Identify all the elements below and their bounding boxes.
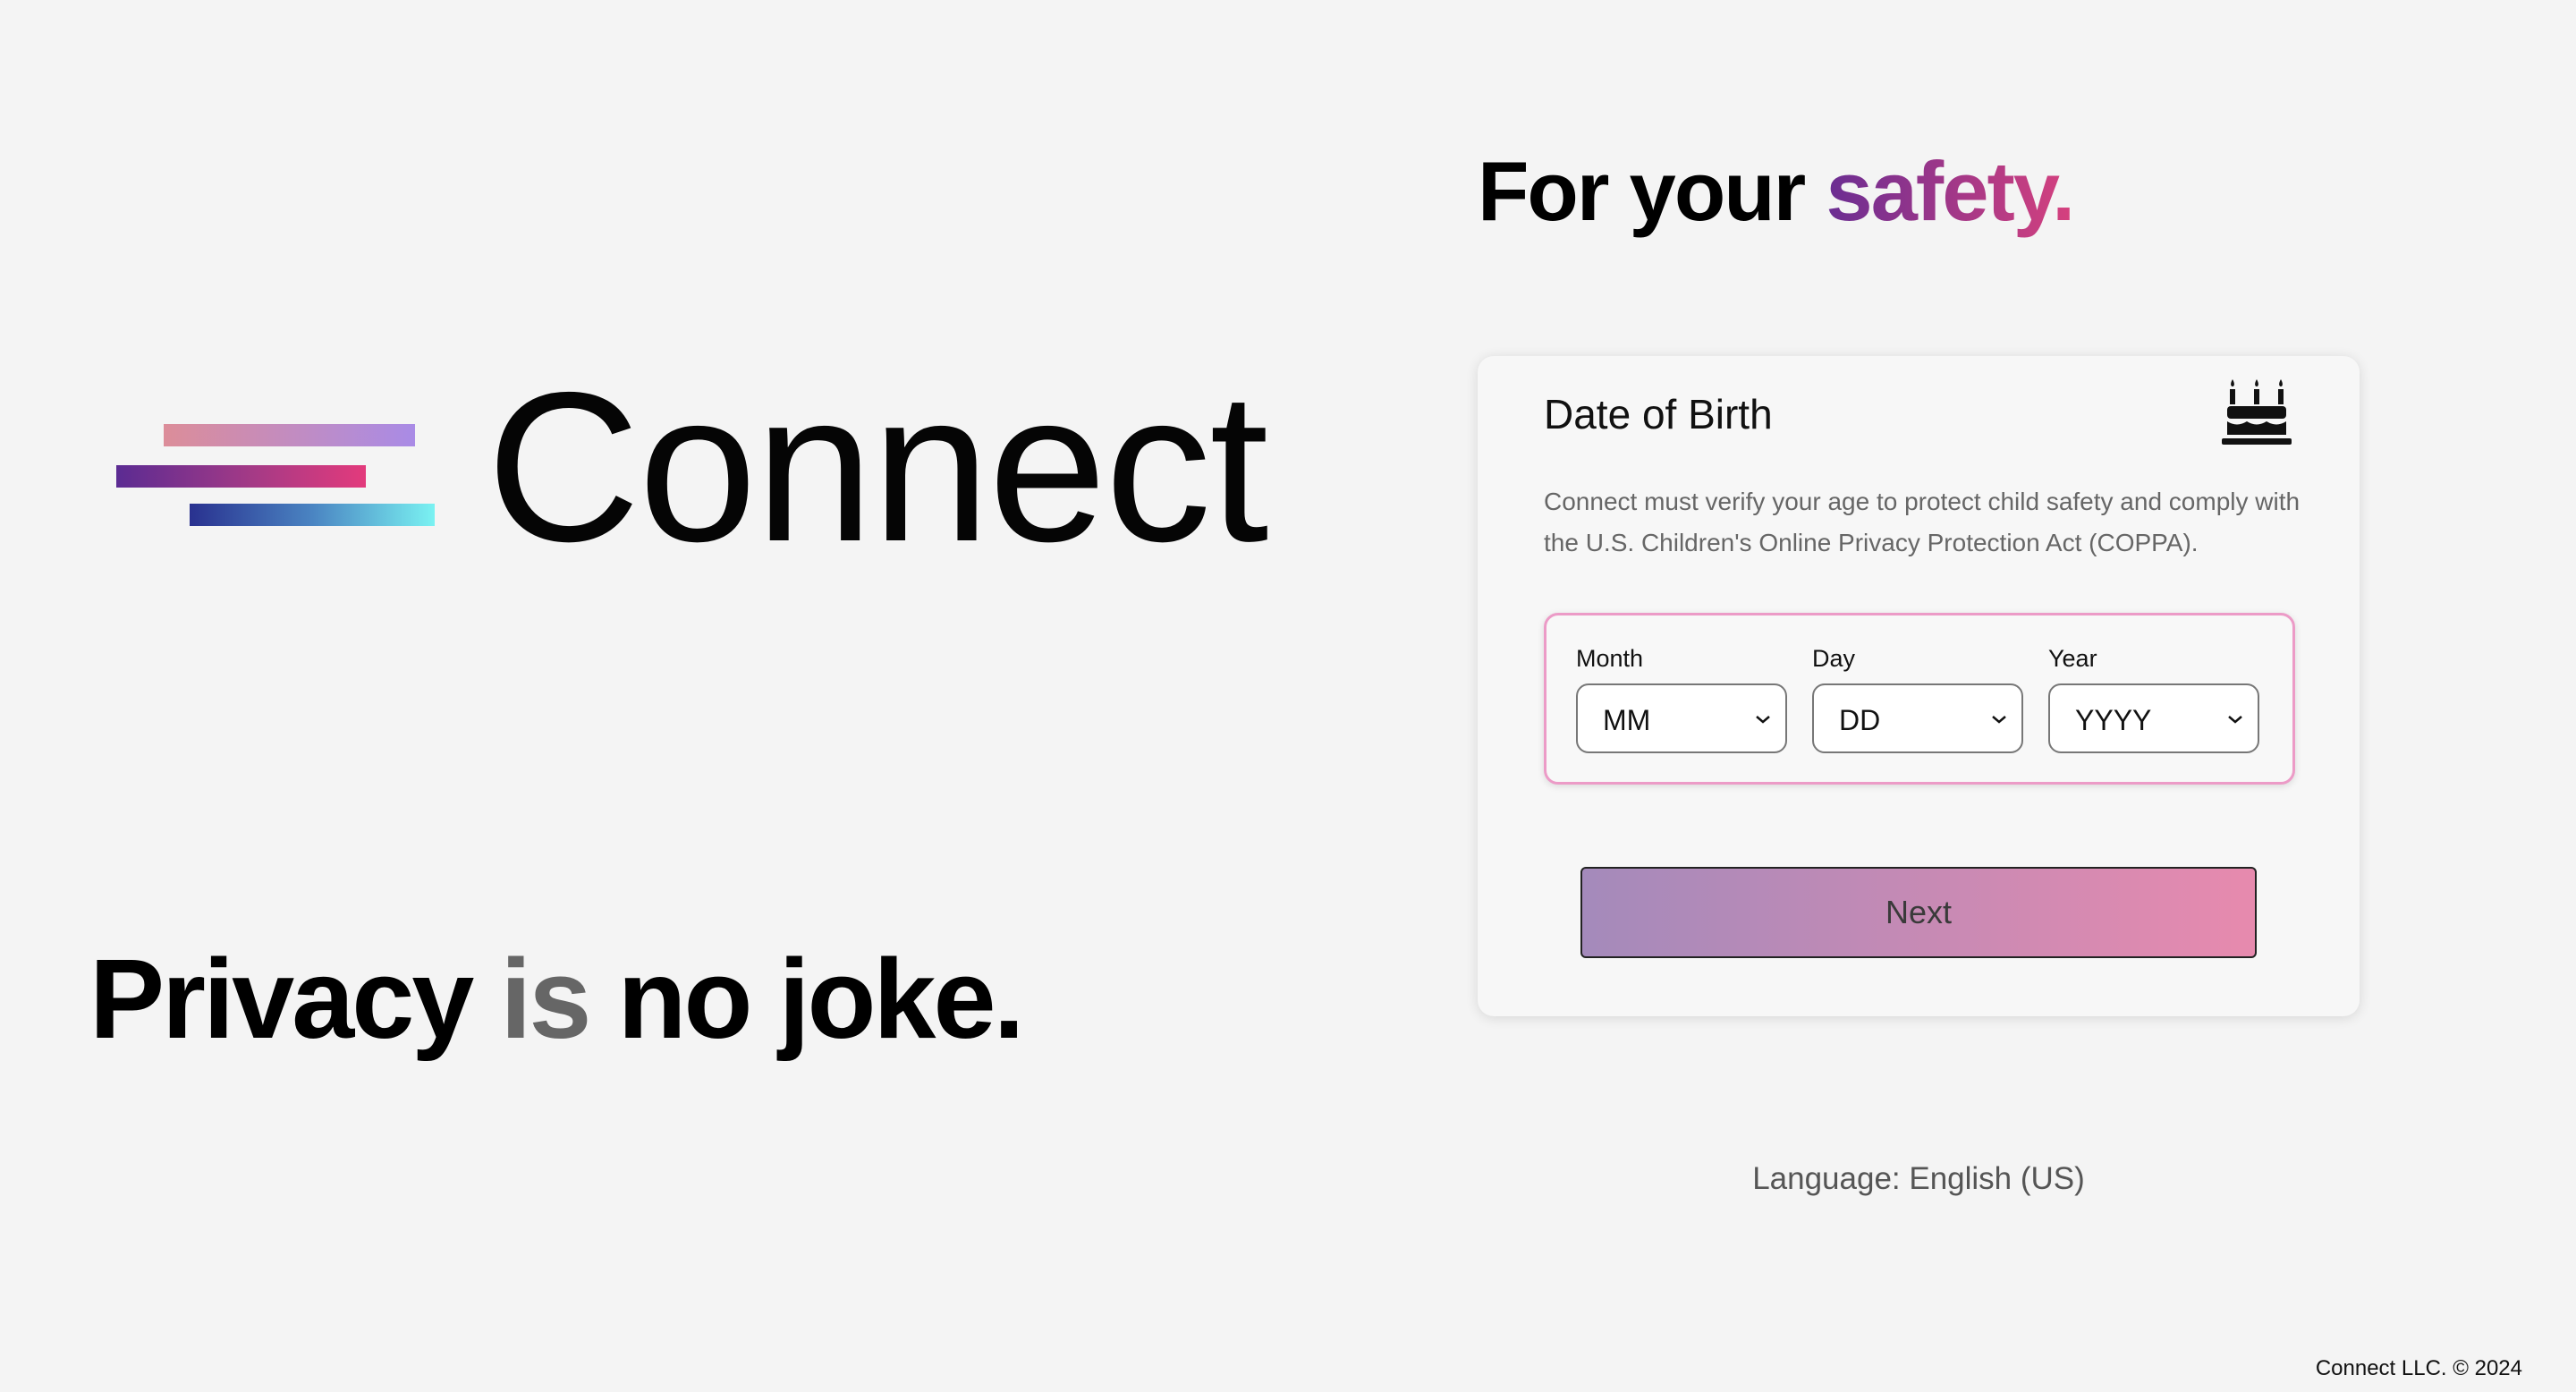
chevron-down-icon [2228,716,2242,724]
date-of-birth-fields: Month MM Day DD Year YYYY [1544,613,2295,785]
month-field: Month MM [1576,644,1787,753]
year-label: Year [2048,645,2097,672]
connect-logo-icon [116,424,435,528]
year-field: Year YYYY [2048,644,2259,753]
language-selector[interactable]: Language: English (US) [1478,1161,2360,1197]
tagline: Privacy is no joke. [89,943,1025,1056]
year-select[interactable]: YYYY [2048,683,2259,753]
day-select[interactable]: DD [1812,683,2023,753]
month-label: Month [1576,645,1644,672]
safety-headline: For your safety. [1478,144,2075,238]
day-select-value: DD [1839,704,1881,736]
logo-bar-middle [116,465,366,488]
tagline-part-privacy: Privacy [89,936,474,1062]
brand-name: Connect [487,349,1268,586]
chevron-down-icon [1756,716,1770,724]
page: Connect Privacy is no joke. For your saf… [0,0,2576,1392]
tagline-part-is: is [500,936,591,1062]
safety-headline-text: For your [1478,144,1826,238]
next-button[interactable]: Next [1580,867,2257,958]
birthday-cake-icon [2222,379,2292,445]
safety-headline-accent: safety. [1826,144,2075,238]
day-field: Day DD [1812,644,2023,753]
year-select-value: YYYY [2075,704,2152,736]
tagline-part-no-joke: no joke. [617,936,1025,1062]
month-select-value: MM [1603,704,1651,736]
copyright-footer: Connect LLC. © 2024 [2315,1356,2522,1380]
chevron-down-icon [1992,716,2006,724]
month-select[interactable]: MM [1576,683,1787,753]
date-of-birth-card: Date of Birth Connect must verify your a… [1478,356,2360,1016]
logo-bar-top [164,424,415,446]
coppa-description: Connect must verify your age to protect … [1544,488,2301,556]
day-label: Day [1812,645,1856,672]
card-title: Date of Birth [1544,391,1773,437]
logo-bar-bottom [190,504,435,526]
